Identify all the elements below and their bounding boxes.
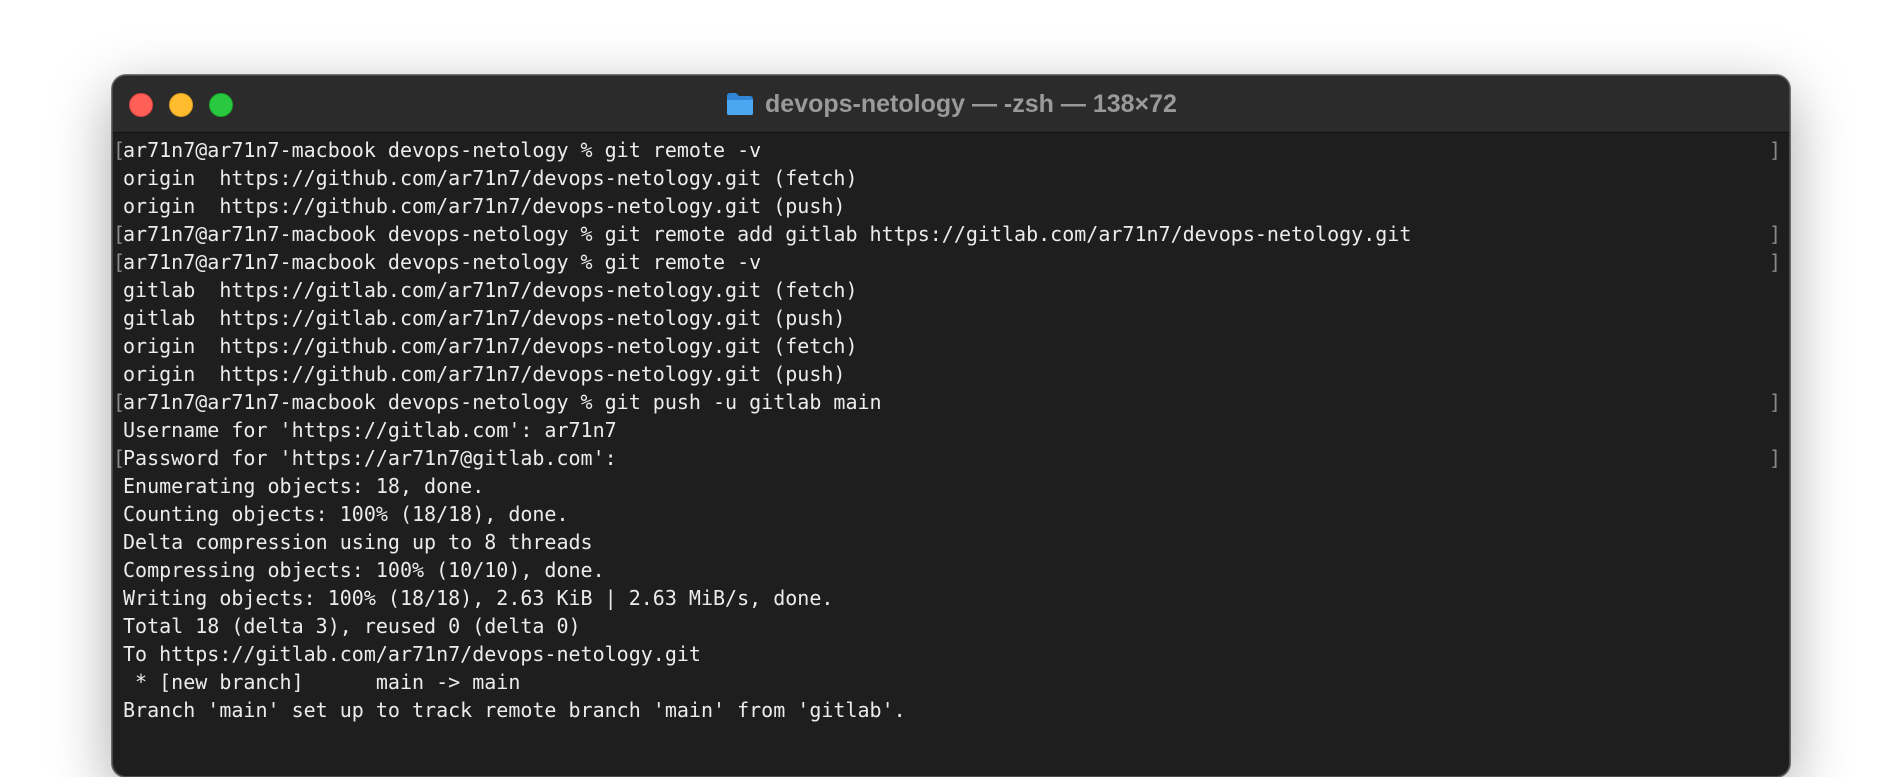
output-line: origin https://github.com/ar71n7/devops-… xyxy=(121,332,1781,360)
line-marker-right: ] xyxy=(1768,138,1781,162)
line-text: Compressing objects: 100% (10/10), done. xyxy=(123,558,605,582)
line-text: Enumerating objects: 18, done. xyxy=(123,474,485,498)
output-line: origin https://github.com/ar71n7/devops-… xyxy=(121,360,1781,388)
line-text: origin https://github.com/ar71n7/devops-… xyxy=(123,362,846,386)
line-marker-right: ] xyxy=(1768,446,1781,470)
line-marker-right: ] xyxy=(1768,222,1781,246)
output-line: Enumerating objects: 18, done. xyxy=(121,472,1781,500)
line-text: Writing objects: 100% (18/18), 2.63 KiB … xyxy=(123,586,834,610)
folder-icon xyxy=(725,91,755,117)
output-line: Username for 'https://gitlab.com': ar71n… xyxy=(121,416,1781,444)
line-text: gitlab https://gitlab.com/ar71n7/devops-… xyxy=(123,278,858,302)
prompt-line: [ar71n7@ar71n7-macbook devops-netology %… xyxy=(113,136,1781,164)
output-line: gitlab https://gitlab.com/ar71n7/devops-… xyxy=(121,276,1781,304)
line-text: gitlab https://gitlab.com/ar71n7/devops-… xyxy=(123,306,846,330)
terminal-window: devops-netology — -zsh — 138×72 [ar71n7@… xyxy=(112,75,1790,777)
line-marker-left: [ xyxy=(113,390,126,414)
line-text: Password for 'https://ar71n7@gitlab.com'… xyxy=(123,446,617,470)
line-marker-left: [ xyxy=(113,138,126,162)
output-line: Writing objects: 100% (18/18), 2.63 KiB … xyxy=(121,584,1781,612)
output-line: Delta compression using up to 8 threads xyxy=(121,528,1781,556)
line-text: Delta compression using up to 8 threads xyxy=(123,530,593,554)
line-text: origin https://github.com/ar71n7/devops-… xyxy=(123,194,846,218)
window-title: devops-netology — -zsh — 138×72 xyxy=(765,89,1177,118)
output-line: gitlab https://gitlab.com/ar71n7/devops-… xyxy=(121,304,1781,332)
output-line: Counting objects: 100% (18/18), done. xyxy=(121,500,1781,528)
line-text: To https://gitlab.com/ar71n7/devops-neto… xyxy=(123,642,701,666)
line-marker-left: [ xyxy=(113,250,126,274)
title-bar[interactable]: devops-netology — -zsh — 138×72 xyxy=(113,76,1789,133)
output-line: origin https://github.com/ar71n7/devops-… xyxy=(121,164,1781,192)
line-text: Branch 'main' set up to track remote bra… xyxy=(123,698,906,722)
output-line: To https://gitlab.com/ar71n7/devops-neto… xyxy=(121,640,1781,668)
line-marker-left: [ xyxy=(113,446,126,470)
output-line: Total 18 (delta 3), reused 0 (delta 0) xyxy=(121,612,1781,640)
line-text: origin https://github.com/ar71n7/devops-… xyxy=(123,166,858,190)
line-text: ar71n7@ar71n7-macbook devops-netology % … xyxy=(123,138,762,162)
output-line: Branch 'main' set up to track remote bra… xyxy=(121,696,1781,724)
line-text: origin https://github.com/ar71n7/devops-… xyxy=(123,334,858,358)
line-text: Counting objects: 100% (18/18), done. xyxy=(123,502,569,526)
line-marker-right: ] xyxy=(1768,250,1781,274)
terminal-output[interactable]: [ar71n7@ar71n7-macbook devops-netology %… xyxy=(113,136,1781,776)
output-line: origin https://github.com/ar71n7/devops-… xyxy=(121,192,1781,220)
output-line: Compressing objects: 100% (10/10), done. xyxy=(121,556,1781,584)
prompt-line: [ar71n7@ar71n7-macbook devops-netology %… xyxy=(113,388,1781,416)
output-line: * [new branch] main -> main xyxy=(121,668,1781,696)
line-marker-left: [ xyxy=(113,222,126,246)
window-title-container: devops-netology — -zsh — 138×72 xyxy=(113,88,1789,120)
line-text: ar71n7@ar71n7-macbook devops-netology % … xyxy=(123,222,1412,246)
line-text: ar71n7@ar71n7-macbook devops-netology % … xyxy=(123,250,762,274)
prompt-line: [ar71n7@ar71n7-macbook devops-netology %… xyxy=(113,248,1781,276)
line-text: ar71n7@ar71n7-macbook devops-netology % … xyxy=(123,390,882,414)
line-text: * [new branch] main -> main xyxy=(123,670,521,694)
line-text: Username for 'https://gitlab.com': ar71n… xyxy=(123,418,617,442)
prompt-line: [ar71n7@ar71n7-macbook devops-netology %… xyxy=(113,220,1781,248)
line-marker-right: ] xyxy=(1768,390,1781,414)
prompt-line: [Password for 'https://ar71n7@gitlab.com… xyxy=(113,444,1781,472)
line-text: Total 18 (delta 3), reused 0 (delta 0) xyxy=(123,614,581,638)
